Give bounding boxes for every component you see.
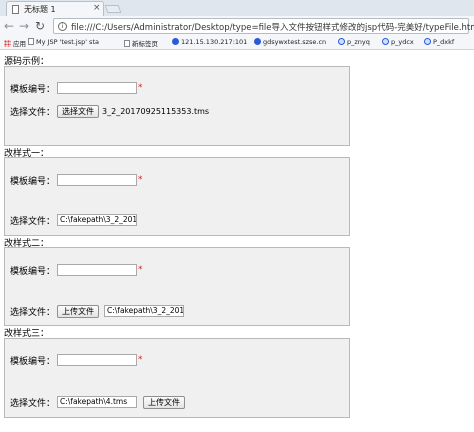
template-label: 模板编号：	[10, 356, 56, 367]
back-arrow-icon[interactable]: ←	[4, 18, 14, 34]
required-mark: *	[138, 265, 143, 275]
bookmark-p-znyq[interactable]: p_znyq	[338, 38, 370, 46]
panel-style-3: 模板编号： * 选择文件： C:\fakepath\4.tms 上传文件	[4, 338, 350, 418]
panel-style-1: 模板编号： * 选择文件： C:\fakepath\3_2_20170	[4, 157, 350, 236]
bookmark-apps[interactable]: 应用	[4, 38, 26, 48]
file-row: 选择文件： 选择文件 3_2_20170925115353.tms	[10, 104, 209, 118]
template-label: 模板编号：	[10, 176, 56, 187]
bookmark-ip[interactable]: 121.15.130.217:101	[172, 38, 247, 46]
tab-title: 无标题 1	[24, 5, 56, 14]
bookmark-jsp-test[interactable]: My JSP 'test.jsp' sta	[28, 38, 99, 46]
template-label: 模板编号：	[10, 266, 56, 277]
required-mark: *	[138, 83, 143, 93]
file-row: 选择文件： C:\fakepath\3_2_20170	[10, 213, 138, 227]
chosen-file-name: 3_2_20170925115353.tms	[102, 106, 210, 116]
file-label: 选择文件：	[10, 216, 56, 227]
upload-file-button[interactable]: 上传文件	[57, 304, 100, 318]
reload-icon[interactable]: ↻	[35, 18, 45, 34]
apps-grid-icon	[4, 40, 11, 47]
forward-arrow-icon[interactable]: →	[19, 18, 29, 34]
tab-close-button[interactable]: ×	[93, 3, 101, 13]
required-mark: *	[138, 355, 143, 365]
globe-icon	[382, 38, 389, 45]
panel-source: 模板编号： * 选择文件： 选择文件 3_2_20170925115353.tm…	[4, 66, 350, 146]
bookmark-gdsywxtest[interactable]: gdsywxtest.szse.cn	[254, 38, 326, 46]
upload-file-button[interactable]: 上传文件	[143, 395, 186, 409]
file-path-field[interactable]: C:\fakepath\3_2_20170	[57, 214, 138, 226]
panel-style-2: 模板编号： * 选择文件： 上传文件 C:\fakepath\3_2_20170	[4, 247, 350, 326]
globe-icon	[424, 38, 431, 45]
bookmark-p-ydcx[interactable]: p_ydcx	[382, 38, 414, 46]
info-icon[interactable]: i	[58, 22, 67, 31]
address-url[interactable]: file:///C:/Users/Administrator/Desktop/t…	[71, 21, 474, 33]
browser-toolbar: ← → ↻ i file:///C:/Users/Administrator/D…	[0, 16, 474, 36]
file-label: 选择文件：	[10, 107, 56, 118]
page-icon	[12, 5, 19, 14]
template-input[interactable]	[57, 82, 138, 94]
bookmark-p-dxkf[interactable]: P_dxkf	[424, 38, 454, 46]
site-icon	[254, 38, 261, 45]
file-label: 选择文件：	[10, 398, 56, 409]
template-input[interactable]	[57, 264, 138, 276]
file-path-field[interactable]: C:\fakepath\4.tms	[57, 396, 138, 408]
file-label: 选择文件：	[10, 307, 56, 318]
template-input[interactable]	[57, 354, 138, 366]
file-path-field[interactable]: C:\fakepath\3_2_20170	[104, 305, 185, 317]
page-icon	[124, 40, 130, 47]
page-icon	[28, 38, 34, 45]
choose-file-button[interactable]: 选择文件	[57, 104, 100, 118]
template-row: 模板编号： *	[10, 353, 143, 367]
template-input[interactable]	[57, 174, 138, 186]
browser-tab[interactable]: 无标题 1 ×	[6, 1, 104, 16]
template-row: 模板编号： *	[10, 263, 143, 277]
file-row: 选择文件： 上传文件 C:\fakepath\3_2_20170	[10, 304, 185, 318]
bookmark-new-tab[interactable]: 新标签页	[124, 38, 158, 48]
address-bar[interactable]: i file:///C:/Users/Administrator/Desktop…	[53, 18, 474, 34]
new-tab-button[interactable]	[104, 5, 122, 13]
bookmarks-bar: 应用 My JSP 'test.jsp' sta 新标签页 121.15.130…	[0, 36, 474, 50]
template-row: 模板编号： *	[10, 173, 143, 187]
required-mark: *	[138, 175, 143, 185]
globe-icon	[338, 38, 345, 45]
tab-strip: 无标题 1 ×	[0, 0, 474, 16]
template-label: 模板编号：	[10, 84, 56, 95]
site-icon	[172, 38, 179, 45]
template-row: 模板编号： *	[10, 81, 143, 95]
file-row: 选择文件： C:\fakepath\4.tms 上传文件	[10, 395, 186, 409]
